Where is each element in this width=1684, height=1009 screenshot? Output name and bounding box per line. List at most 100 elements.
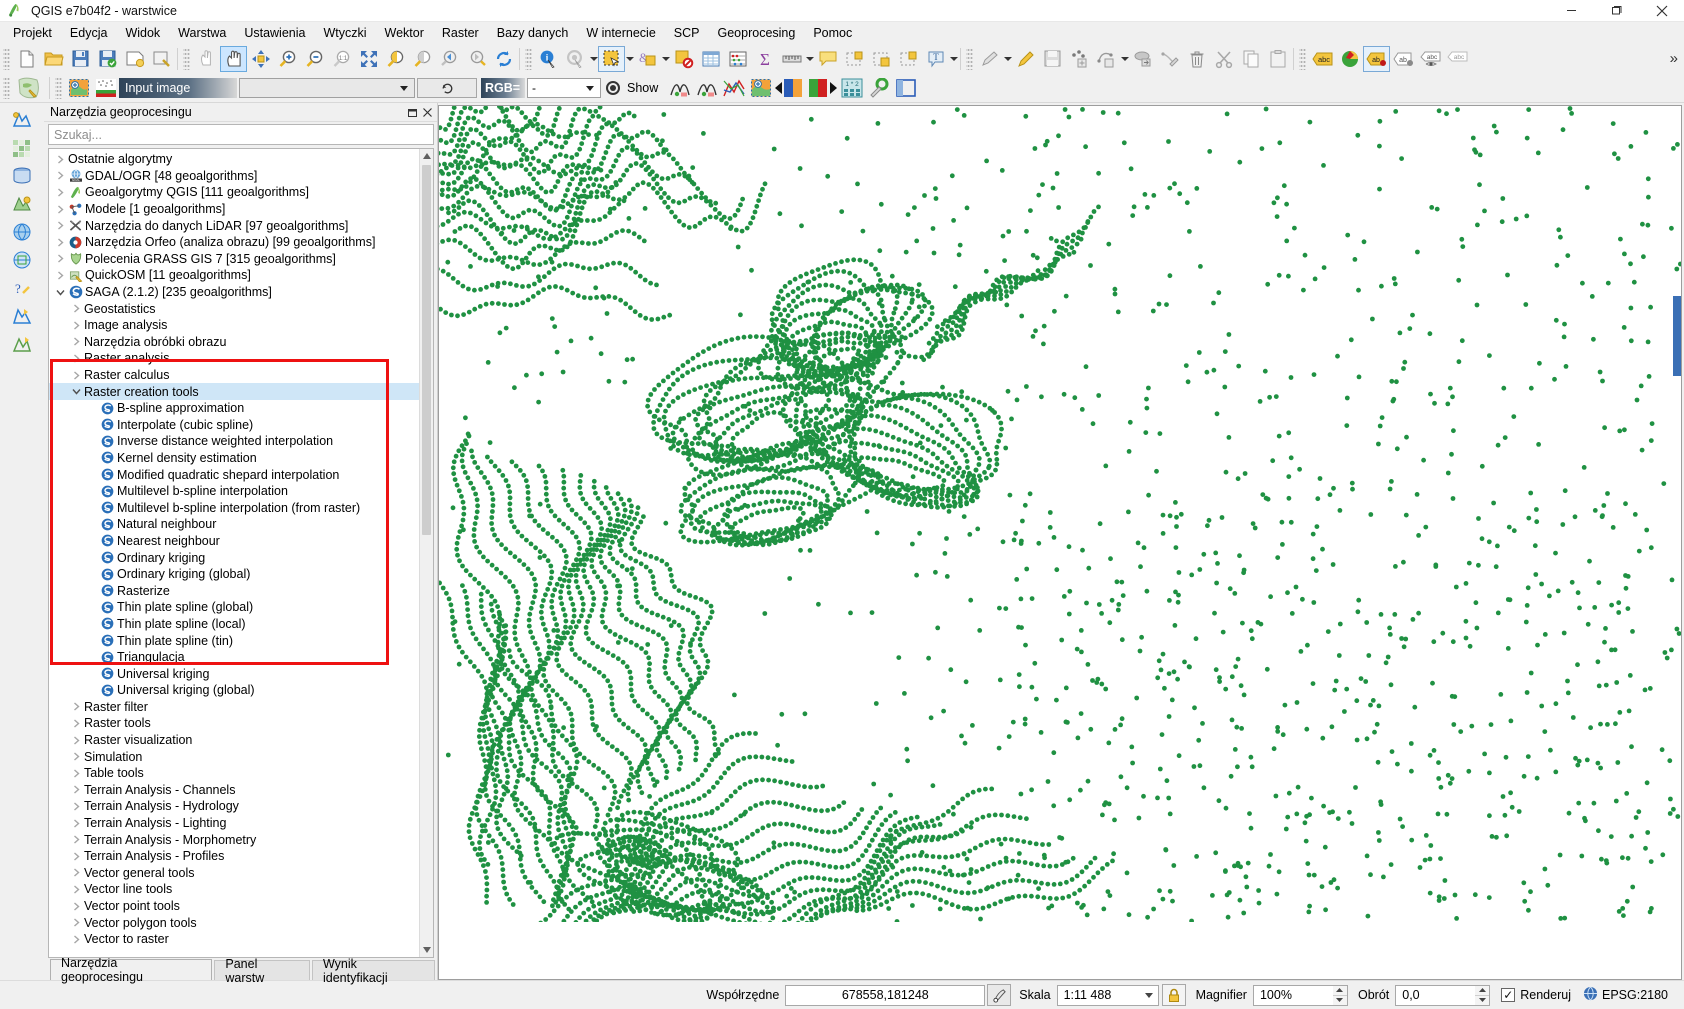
tree-row[interactable]: Ordinary kriging (global): [49, 566, 419, 583]
tree-row[interactable]: Multilevel b-spline interpolation: [49, 483, 419, 500]
roi-creation-icon[interactable]: [65, 75, 92, 101]
layer-styling-icon[interactable]: [1336, 46, 1363, 72]
menu-item-raster[interactable]: Raster: [433, 24, 488, 42]
chevron-right-icon[interactable]: [69, 785, 83, 794]
map-canvas[interactable]: [438, 105, 1682, 980]
chevron-right-icon[interactable]: [69, 901, 83, 911]
add-postgis-layer-icon[interactable]: [7, 163, 37, 189]
menu-item-geoprocesing[interactable]: Geoprocesing: [709, 24, 805, 42]
magnifier-stepper[interactable]: [1332, 984, 1348, 1006]
highlight-labels-icon[interactable]: abc: [1417, 46, 1444, 72]
tab-narzedzia-geoprocesingu[interactable]: Narzędzia geoprocesingu: [50, 956, 213, 984]
identify-features-icon[interactable]: i: [535, 46, 562, 72]
scp-settings-icon[interactable]: [865, 75, 892, 101]
scroll-up-arrow-icon[interactable]: [420, 149, 433, 163]
chevron-right-icon[interactable]: [69, 719, 83, 728]
show-bookmarks-icon[interactable]: [868, 46, 895, 72]
composer-manager-icon[interactable]: [148, 46, 175, 72]
layer-labeling-icon[interactable]: abc: [1309, 46, 1336, 72]
tree-row[interactable]: Universal kriging (global): [49, 682, 419, 699]
select-expression-dropdown-icon[interactable]: [661, 46, 670, 72]
scp-main-icon[interactable]: [13, 75, 47, 101]
new-annotation-icon[interactable]: [895, 46, 922, 72]
tree-row[interactable]: QuickOSM [11 geoalgorithms]: [49, 267, 419, 284]
menu-item-projekt[interactable]: Projekt: [4, 24, 61, 42]
save-project-as-icon[interactable]: [94, 46, 121, 72]
add-wms-layer-icon[interactable]: [7, 219, 37, 245]
menu-item-bazy-danych[interactable]: Bazy danych: [488, 24, 578, 42]
current-edits-dropdown-icon[interactable]: [1003, 46, 1012, 72]
undock-icon[interactable]: [406, 105, 420, 119]
tree-row[interactable]: Kernel density estimation: [49, 450, 419, 467]
rotation-up-arrow-icon[interactable]: [1475, 986, 1490, 996]
chevron-right-icon[interactable]: [53, 238, 67, 247]
chevron-right-icon[interactable]: [69, 304, 83, 313]
toolbar-overflow-button[interactable]: »: [1664, 50, 1684, 67]
menu-item-ustawienia[interactable]: Ustawienia: [235, 24, 314, 42]
chevron-right-icon[interactable]: [53, 171, 67, 180]
add-spatialite-layer-icon[interactable]: [7, 191, 37, 217]
toolbar-handle[interactable]: [966, 47, 973, 70]
tree-row[interactable]: GDAL GDAL/OGR [48 geoalgorithms]: [49, 168, 419, 185]
select-by-expression-icon[interactable]: &: [634, 46, 661, 72]
tree-row[interactable]: Raster calculus: [49, 367, 419, 384]
move-feature-icon[interactable]: [1129, 46, 1156, 72]
chevron-down-icon[interactable]: [397, 86, 410, 91]
chevron-right-icon[interactable]: [69, 802, 83, 811]
new-project-icon[interactable]: [13, 46, 40, 72]
menu-item-w-internecie[interactable]: W internecie: [577, 24, 664, 42]
tree-row[interactable]: Vector polygon tools: [49, 914, 419, 931]
chevron-right-icon[interactable]: [69, 918, 83, 927]
tree-row[interactable]: Raster filter: [49, 699, 419, 716]
chevron-right-icon[interactable]: [69, 354, 83, 363]
coordinates-field[interactable]: 678558,181248: [785, 984, 986, 1006]
tree-row[interactable]: Raster tools: [49, 715, 419, 732]
zoom-to-layer-icon[interactable]: [382, 46, 409, 72]
tree-row[interactable]: Terrain Analysis - Morphometry: [49, 831, 419, 848]
new-print-composer-icon[interactable]: [121, 46, 148, 72]
chevron-right-icon[interactable]: [69, 337, 83, 346]
tree-row[interactable]: Terrain Analysis - Channels: [49, 782, 419, 799]
tree-row[interactable]: Rasterize: [49, 582, 419, 599]
select-features-icon[interactable]: [598, 45, 625, 72]
rotation-down-arrow-icon[interactable]: [1475, 996, 1489, 1005]
node-tool-icon[interactable]: [1156, 46, 1183, 72]
chevron-right-icon[interactable]: [69, 868, 83, 877]
open-project-icon[interactable]: [40, 46, 67, 72]
save-layer-edits-icon[interactable]: [1039, 46, 1066, 72]
chevron-down-icon[interactable]: [53, 288, 67, 297]
scp-dock-icon[interactable]: [892, 75, 919, 101]
chevron-right-icon[interactable]: [69, 769, 83, 778]
tree-row[interactable]: Multilevel b-spline interpolation (from …: [49, 499, 419, 516]
tree-row[interactable]: Interpolate (cubic spline): [49, 417, 419, 434]
save-project-icon[interactable]: [67, 46, 94, 72]
algorithm-tree[interactable]: Ostatnie algorytmy GDAL GDAL/OGR [48 geoal…: [48, 148, 434, 958]
tree-row[interactable]: Raster visualization: [49, 732, 419, 749]
tree-row[interactable]: Nearest neighbour: [49, 533, 419, 550]
tree-row[interactable]: Terrain Analysis - Hydrology: [49, 798, 419, 815]
roi-signature-icon[interactable]: [693, 75, 720, 101]
delete-selected-icon[interactable]: [1183, 46, 1210, 72]
tree-row[interactable]: Ordinary kriging: [49, 549, 419, 566]
tree-row[interactable]: Raster analysis: [49, 350, 419, 367]
search-input[interactable]: Szukaj...: [48, 124, 434, 145]
tree-vertical-scrollbar[interactable]: [419, 149, 433, 957]
refresh-input-image-button[interactable]: [417, 78, 477, 98]
chevron-right-icon[interactable]: [69, 752, 83, 761]
move-label-icon[interactable]: abc: [1444, 46, 1471, 72]
lock-scale-icon[interactable]: [1161, 984, 1186, 1006]
map-scroll-thumb[interactable]: [1673, 296, 1681, 376]
chevron-right-icon[interactable]: [69, 321, 83, 330]
current-edits-icon[interactable]: [976, 46, 1003, 72]
chevron-right-icon[interactable]: [53, 205, 67, 214]
refresh-map-icon[interactable]: [490, 46, 517, 72]
pan-to-selection-icon[interactable]: [247, 46, 274, 72]
crs-selector[interactable]: EPSG:2180: [1583, 986, 1674, 1004]
field-calculator-icon[interactable]: [724, 46, 751, 72]
pin-labels-icon[interactable]: ab: [1363, 45, 1390, 72]
text-annotation-icon[interactable]: T: [922, 46, 949, 72]
new-bookmark-icon[interactable]: [841, 46, 868, 72]
chevron-right-icon[interactable]: [53, 188, 67, 197]
tree-row[interactable]: B-spline approximation: [49, 400, 419, 417]
minimize-button[interactable]: [1549, 0, 1594, 22]
